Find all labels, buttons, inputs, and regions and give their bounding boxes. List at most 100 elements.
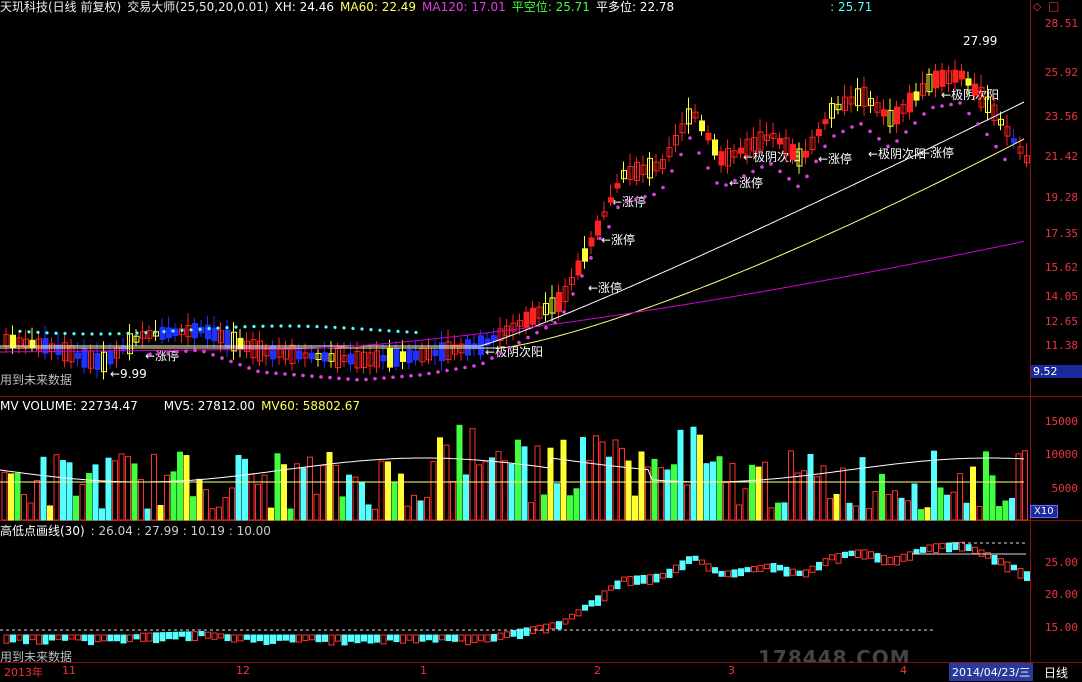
indicator-candle xyxy=(848,550,855,557)
stop-dot xyxy=(850,125,854,129)
indicator-candle xyxy=(393,634,400,643)
stop-dot xyxy=(63,331,67,336)
price-tick: 11.38 xyxy=(1044,339,1078,352)
volume-bar xyxy=(378,460,385,521)
indicator-candle xyxy=(978,549,985,557)
volume-bar xyxy=(144,508,151,521)
stop-dot xyxy=(279,324,283,328)
stop-dot xyxy=(292,372,296,377)
stop-dot xyxy=(976,122,980,126)
indicator-candle xyxy=(699,559,705,565)
stop-dot xyxy=(913,121,917,125)
chart-canvas[interactable] xyxy=(0,0,1030,662)
volume-bar xyxy=(690,426,697,521)
indicator-candle xyxy=(484,634,491,643)
volume-bar xyxy=(534,445,541,521)
indicator-candle xyxy=(374,634,380,643)
indicator-candle xyxy=(432,634,439,643)
volume-bar xyxy=(1009,498,1015,521)
corner-diamond-icon[interactable]: ◇ xyxy=(1033,0,1041,13)
candle xyxy=(965,78,972,86)
stop-dot xyxy=(832,134,836,138)
time-tick: 1 xyxy=(420,664,427,677)
candle xyxy=(211,327,218,342)
stop-dot xyxy=(162,329,166,334)
stop-dot xyxy=(940,104,944,108)
stop-dot xyxy=(931,105,935,110)
indicator-candle xyxy=(653,573,660,583)
candle xyxy=(588,237,595,247)
stop-dot xyxy=(247,366,251,370)
indicator-candle xyxy=(569,613,575,620)
stop-dot xyxy=(274,371,278,376)
stop-dot xyxy=(202,349,206,354)
indicator-candle xyxy=(36,634,42,645)
chart-window[interactable]: 天玑科技(日线 前复权) 交易大师(25,50,20,0.01) XH: 24.46… xyxy=(0,0,1082,682)
volume-bar xyxy=(625,460,632,521)
stop-dot xyxy=(175,350,179,354)
stop-dot xyxy=(967,111,971,116)
stop-dot xyxy=(805,174,809,179)
volume-bar xyxy=(229,487,235,521)
indicator-candle xyxy=(380,634,387,645)
indicator-candle xyxy=(296,634,302,643)
volume-bar xyxy=(40,456,47,521)
stop-dot xyxy=(787,177,791,181)
time-tick: 2 xyxy=(594,664,601,677)
stop-dot xyxy=(598,236,602,241)
volume-bar xyxy=(755,466,762,521)
indicator-candle xyxy=(790,568,796,576)
period-label[interactable]: 日线 xyxy=(1044,664,1068,681)
indicator-candle xyxy=(562,618,569,625)
volume-bar xyxy=(47,505,53,521)
indicator-candle xyxy=(205,631,211,639)
indicator-candle xyxy=(348,634,354,642)
volume-bar xyxy=(105,457,112,521)
volume-bar xyxy=(443,444,450,521)
candle xyxy=(530,307,536,325)
stop-dot xyxy=(562,310,566,314)
stop-dot xyxy=(324,325,328,329)
volume-bar xyxy=(963,502,970,521)
volume-bar xyxy=(1022,450,1028,521)
time-axis[interactable]: 2013年 11 12 1 2 3 4 日线 xyxy=(0,662,1082,682)
stop-dot xyxy=(634,197,638,201)
indicator-candle xyxy=(465,634,471,646)
stop-dot xyxy=(135,331,139,335)
indicator-candle xyxy=(588,600,595,607)
indicator-candle xyxy=(10,634,16,643)
volume-bar xyxy=(274,453,281,521)
indicator-candle xyxy=(575,609,582,617)
stop-dot xyxy=(652,192,656,197)
volume-bar xyxy=(352,476,359,521)
candle xyxy=(491,335,497,342)
stop-dot xyxy=(670,169,674,173)
volume-bar xyxy=(996,506,1002,521)
indicator-candle xyxy=(985,552,991,559)
volume-bar xyxy=(606,456,612,521)
volume-bar xyxy=(983,451,989,521)
corner-close-icon[interactable]: □ xyxy=(1048,0,1059,13)
indicator-candle xyxy=(1017,568,1024,579)
indicator-candle xyxy=(322,634,328,642)
stop-dot xyxy=(382,376,386,380)
indicator-candle xyxy=(16,634,23,641)
stop-dot xyxy=(454,367,458,371)
candle xyxy=(699,120,705,132)
indicator-candle xyxy=(608,585,614,591)
indicator-candle xyxy=(140,632,146,642)
price-tick: 25.92 xyxy=(1044,66,1078,79)
stop-dot xyxy=(45,331,49,335)
indicator-candle xyxy=(764,563,770,570)
volume-bar xyxy=(872,490,879,521)
candle xyxy=(777,137,783,145)
indicator-candle xyxy=(452,634,458,642)
volume-bar xyxy=(1002,500,1009,521)
volume-bar xyxy=(729,462,736,521)
indicator-candle xyxy=(218,633,224,639)
volume-bar xyxy=(385,461,391,521)
candle xyxy=(913,91,920,101)
volume-unit-badge: X10 xyxy=(1030,505,1058,518)
volume-bar xyxy=(326,452,333,521)
indicator-candle xyxy=(179,631,185,637)
